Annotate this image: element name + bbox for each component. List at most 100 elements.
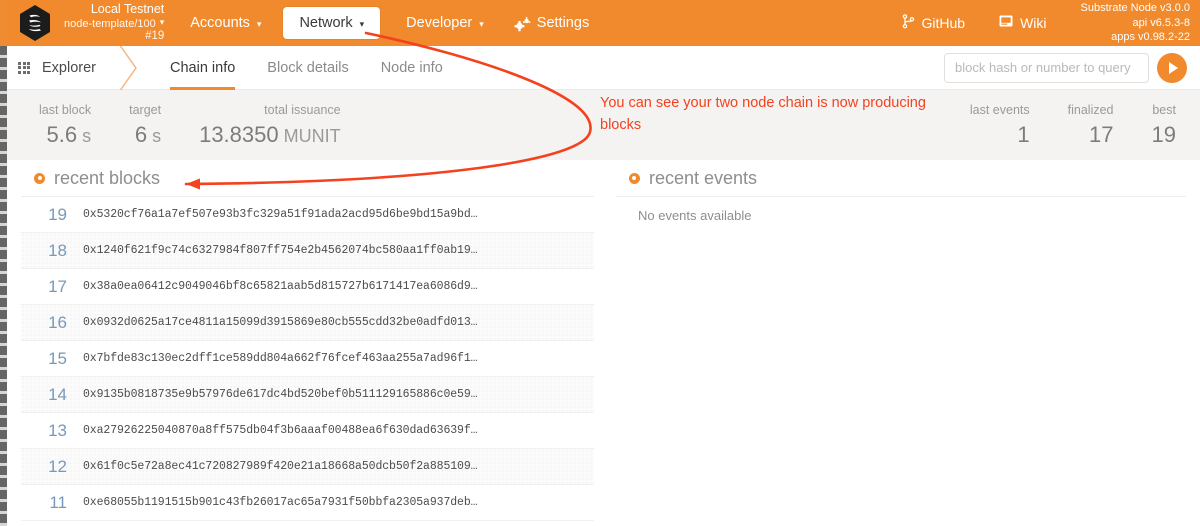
- git-branch-icon: [902, 14, 915, 32]
- table-row[interactable]: 18 0x1240f621f9c74c6327984f807ff754e2b456…: [21, 233, 594, 269]
- tab-strip: Explorer Chain info Block details Node i…: [7, 43, 1200, 92]
- stat-best-value: 19: [1151, 121, 1176, 147]
- tab-block-details[interactable]: Block details: [251, 46, 364, 90]
- api-version: api v6.5.3-8: [1132, 16, 1190, 29]
- left-strip-cap: [0, 0, 7, 46]
- block-hash[interactable]: 0x1240f621f9c74c6327984f807ff754e2b45620…: [83, 244, 477, 257]
- left-scrollbar-strip[interactable]: [0, 0, 7, 526]
- breadcrumb-chevron-icon: [114, 43, 144, 92]
- stat-total-issuance-value: 13.8350 MUNIT: [199, 121, 341, 147]
- github-link[interactable]: GitHub: [902, 14, 966, 32]
- orange-dot-icon: [628, 172, 640, 184]
- block-hash[interactable]: 0x9135b0818735e9b57976de617dc4bd520bef0b…: [83, 388, 477, 401]
- github-label: GitHub: [921, 15, 966, 31]
- topbar-right-links: GitHub Wiki Substrate Node v3.0.0 api v6…: [902, 1, 1200, 46]
- play-icon: [1169, 61, 1178, 74]
- stat-total-issuance: total issuance 13.8350 MUNIT: [199, 104, 341, 146]
- chain-block-number: #19: [145, 30, 165, 43]
- stat-finalized-label: finalized: [1067, 103, 1114, 118]
- chevron-down-icon[interactable]: ▾: [160, 17, 165, 27]
- recent-events-title: recent events: [648, 167, 758, 188]
- left-scrollbar-track[interactable]: [0, 46, 7, 526]
- block-number[interactable]: 19: [21, 205, 83, 225]
- nav-developer[interactable]: Developer ▾: [406, 15, 484, 31]
- recent-events-panel: recent events No events available: [615, 160, 1186, 526]
- chevron-down-icon: ▾: [256, 18, 262, 29]
- recent-blocks-header: recent blocks: [21, 160, 594, 197]
- nav-settings[interactable]: Settings: [514, 15, 590, 32]
- chain-name: Local Testnet: [90, 2, 165, 17]
- tab-node-info[interactable]: Node info: [365, 46, 459, 90]
- table-row[interactable]: 16 0x0932d0625a17ce4811a15099d3915869e80c…: [21, 305, 594, 341]
- chevron-down-icon: ▾: [359, 18, 365, 29]
- block-hash[interactable]: 0x7bfde83c130ec2dff1ce589dd804a662f76fce…: [83, 352, 477, 365]
- section-explorer-label: Explorer: [42, 59, 96, 76]
- block-hash[interactable]: 0xa27926225040870a8ff575db04f3b6aaaf0048…: [83, 424, 477, 437]
- block-hash[interactable]: 0x5320cf76a1a7ef507e93b3fc329a51f91ada2a…: [83, 208, 477, 221]
- gear-icon: [514, 17, 531, 32]
- stat-best: best 19: [1152, 104, 1176, 146]
- block-hash[interactable]: 0x0932d0625a17ce4811a15099d3915869e80cb5…: [83, 316, 477, 329]
- wiki-link[interactable]: Wiki: [999, 15, 1047, 31]
- apps-version: apps v0.98.2-22: [1111, 31, 1190, 44]
- stat-last-block-label: last block: [39, 103, 92, 118]
- subtab-list: Chain info Block details Node info: [154, 46, 459, 90]
- block-hash[interactable]: 0xe68055b1191515b901c43fb26017ac65a7931f…: [83, 496, 477, 509]
- stat-target-label: target: [129, 103, 162, 118]
- block-number[interactable]: 11: [21, 493, 83, 513]
- table-row[interactable]: 12 0x61f0c5e72a8ec41c720827989f420e21a186…: [21, 449, 594, 485]
- version-info: Substrate Node v3.0.0 api v6.5.3-8 apps …: [1081, 1, 1190, 46]
- summary-right-group: last events 1 finalized 17 best 19: [970, 104, 1176, 146]
- chevron-down-icon: ▾: [479, 18, 484, 29]
- tab-block-details-label: Block details: [267, 59, 349, 76]
- block-hash[interactable]: 0x61f0c5e72a8ec41c720827989f420e21a18668…: [83, 460, 477, 473]
- search-submit-button[interactable]: [1157, 52, 1187, 83]
- recent-blocks-title: recent blocks: [54, 167, 161, 188]
- tab-node-info-label: Node info: [380, 59, 443, 76]
- table-row[interactable]: 17 0x38a0ea06412c9049046bf8c65821aab5d815…: [21, 269, 594, 305]
- block-number[interactable]: 16: [21, 313, 83, 333]
- substrate-hexagon-logo-icon[interactable]: [14, 2, 56, 44]
- table-row[interactable]: 19 0x5320cf76a1a7ef507e93b3fc329a51f91ada…: [21, 197, 594, 233]
- table-row[interactable]: 14 0x9135b0818735e9b57976de617dc4bd520bef…: [21, 377, 594, 413]
- summary-left-group: last block 5.6 s target 6 s total issuan…: [39, 104, 341, 146]
- nav-accounts-label: Accounts: [190, 15, 250, 31]
- block-number[interactable]: 12: [21, 457, 83, 477]
- tab-chain-info[interactable]: Chain info: [154, 46, 251, 90]
- stat-last-block-value: 5.6 s: [46, 121, 92, 147]
- top-navigation-bar: Local Testnet node-template/100 ▾ #19 Acc…: [0, 0, 1200, 46]
- stat-target: target 6 s: [129, 104, 161, 146]
- stat-best-label: best: [1152, 103, 1176, 118]
- stat-last-events-value: 1: [1017, 121, 1030, 147]
- tab-chain-info-label: Chain info: [170, 59, 236, 76]
- block-query-area: [944, 52, 1187, 83]
- chain-selector[interactable]: Local Testnet node-template/100 ▾ #19: [64, 2, 164, 43]
- table-row[interactable]: 13 0xa27926225040870a8ff575db04f3b6aaaf00…: [21, 413, 594, 449]
- block-number[interactable]: 18: [21, 241, 83, 261]
- content-panels: recent blocks 19 0x5320cf76a1a7ef507e93b3…: [7, 160, 1200, 526]
- annotation-text: You can see your two node chain is now p…: [600, 95, 926, 134]
- search-input[interactable]: [944, 52, 1149, 83]
- block-number[interactable]: 17: [21, 277, 83, 297]
- stat-last-block: last block 5.6 s: [39, 104, 91, 146]
- block-number[interactable]: 14: [21, 385, 83, 405]
- stat-last-events-label: last events: [969, 103, 1030, 118]
- stat-target-value: 6 s: [134, 121, 162, 147]
- nav-accounts[interactable]: Accounts ▾: [190, 15, 261, 31]
- recent-blocks-list: 19 0x5320cf76a1a7ef507e93b3fc329a51f91ada…: [21, 197, 594, 521]
- block-number[interactable]: 15: [21, 349, 83, 369]
- section-explorer[interactable]: Explorer: [18, 60, 96, 76]
- book-icon: [999, 15, 1013, 31]
- nav-network[interactable]: Network ▾: [283, 7, 381, 39]
- stat-last-events: last events 1: [970, 104, 1030, 146]
- stat-finalized: finalized 17: [1068, 104, 1114, 146]
- wiki-label: Wiki: [1020, 15, 1047, 31]
- block-hash[interactable]: 0x38a0ea06412c9049046bf8c65821aab5d81572…: [83, 280, 477, 293]
- block-number[interactable]: 13: [21, 421, 83, 441]
- recent-events-empty: No events available: [637, 207, 752, 223]
- table-row[interactable]: 15 0x7bfde83c130ec2dff1ce589dd804a662f76f…: [21, 341, 594, 377]
- table-row[interactable]: 11 0xe68055b1191515b901c43fb26017ac65a793…: [21, 485, 594, 521]
- node-version: Substrate Node v3.0.0: [1080, 1, 1190, 14]
- nav-settings-label: Settings: [536, 15, 590, 31]
- chain-endpoint: node-template/100: [64, 17, 156, 30]
